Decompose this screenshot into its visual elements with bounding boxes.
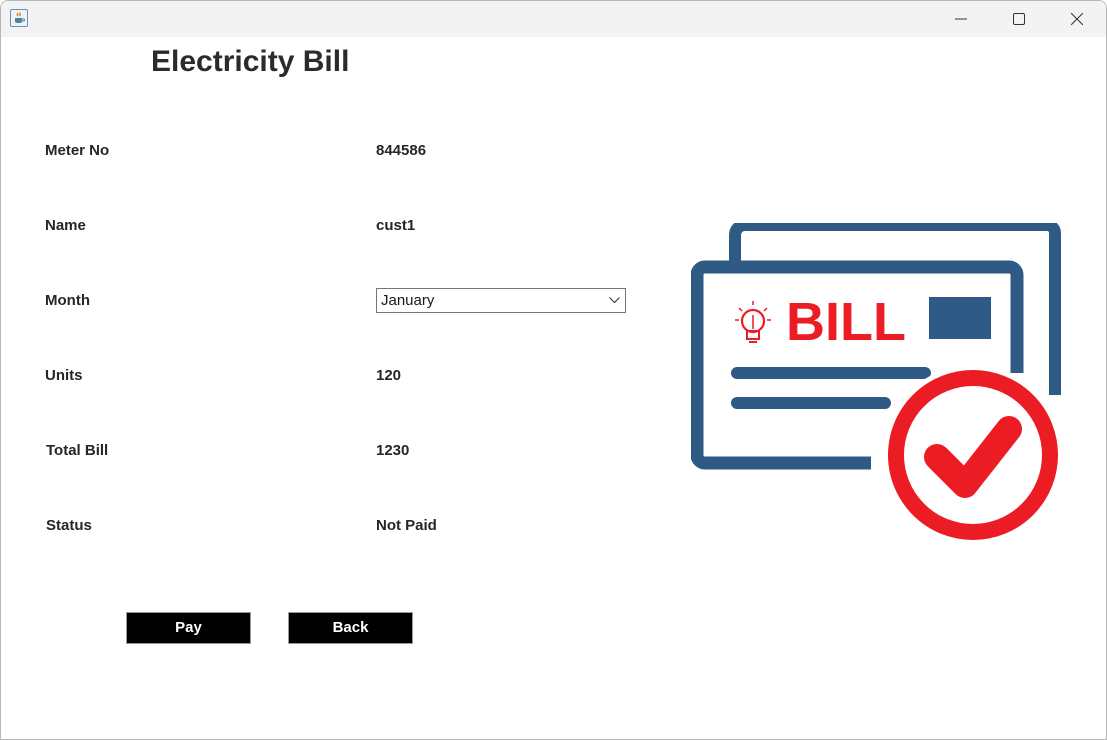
app-window: Electricity Bill Meter No 844586 Name cu… <box>0 0 1107 740</box>
java-cup-icon <box>10 9 28 27</box>
meter-no-label: Meter No <box>45 142 110 159</box>
back-button[interactable]: Back <box>288 612 413 644</box>
page-title: Electricity Bill <box>151 45 350 78</box>
bill-paid-checkmark-icon: BILL <box>691 223 1061 543</box>
month-selected-value: January <box>381 292 435 309</box>
name-value: cust1 <box>376 217 416 234</box>
title-bar[interactable] <box>1 1 1106 37</box>
maximize-icon <box>1013 13 1025 25</box>
total-bill-value: 1230 <box>376 442 410 459</box>
status-label: Status <box>46 517 92 534</box>
pay-button[interactable]: Pay <box>126 612 251 644</box>
maximize-button[interactable] <box>990 1 1048 37</box>
units-label: Units <box>45 367 83 384</box>
close-button[interactable] <box>1048 1 1106 37</box>
minimize-icon <box>955 18 967 20</box>
month-label: Month <box>45 292 90 309</box>
total-bill-label: Total Bill <box>46 442 109 459</box>
month-select[interactable]: January <box>376 288 626 313</box>
minimize-button[interactable] <box>932 1 990 37</box>
status-value: Not Paid <box>376 517 437 534</box>
light-bulb-icon <box>735 301 771 343</box>
units-value: 120 <box>376 367 402 384</box>
chevron-down-icon <box>609 297 620 304</box>
close-icon <box>1071 13 1083 25</box>
meter-no-value: 844586 <box>376 142 427 159</box>
bill-text: BILL <box>786 292 906 352</box>
name-label: Name <box>45 217 86 234</box>
